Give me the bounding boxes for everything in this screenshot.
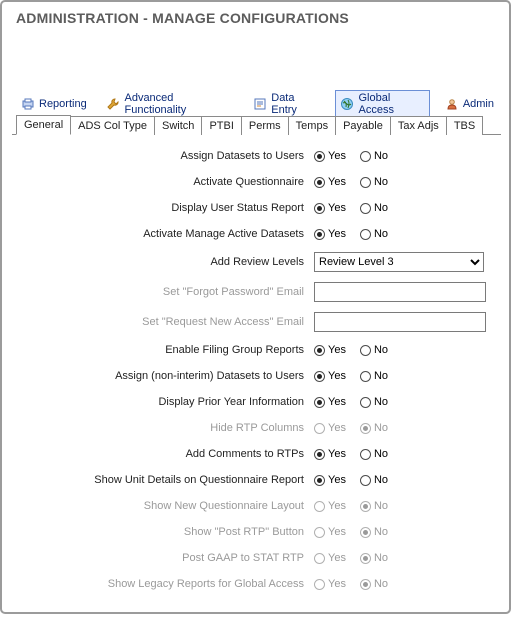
- toolbar-label: Admin: [463, 98, 494, 110]
- show-new-q-yes: Yes: [314, 500, 346, 512]
- form-icon: [253, 97, 267, 111]
- assign-noninterim-no[interactable]: No: [360, 370, 388, 382]
- forgot-password-email-input[interactable]: [314, 282, 486, 302]
- reporting-link[interactable]: Reporting: [16, 95, 92, 113]
- hide-rtp-no: No: [360, 422, 388, 434]
- label-show-legacy: Show Legacy Reports for Global Access: [12, 578, 314, 590]
- label-forgot-pw: Set "Forgot Password" Email: [12, 286, 314, 298]
- enable-filing-yes[interactable]: Yes: [314, 344, 346, 356]
- page-title: ADMINISTRATION - MANAGE CONFIGURATIONS: [2, 2, 509, 26]
- show-new-q-no: No: [360, 500, 388, 512]
- activate-mad-no[interactable]: No: [360, 228, 388, 240]
- label-add-review: Add Review Levels: [12, 256, 314, 268]
- show-legacy-yes: Yes: [314, 578, 346, 590]
- tab-ads-col-type[interactable]: ADS Col Type: [71, 116, 155, 135]
- label-show-new-q: Show New Questionnaire Layout: [12, 500, 314, 512]
- user-icon: [445, 97, 459, 111]
- label-enable-filing: Enable Filing Group Reports: [12, 344, 314, 356]
- tab-perms[interactable]: Perms: [242, 116, 289, 135]
- request-access-email-input[interactable]: [314, 312, 486, 332]
- post-gaap-no: No: [360, 552, 388, 564]
- show-unit-yes[interactable]: Yes: [314, 474, 346, 486]
- assign-datasets-no[interactable]: No: [360, 150, 388, 162]
- display-prior-no[interactable]: No: [360, 396, 388, 408]
- tab-switch[interactable]: Switch: [155, 116, 202, 135]
- activate-mad-yes[interactable]: Yes: [314, 228, 346, 240]
- config-window: ADMINISTRATION - MANAGE CONFIGURATIONS R…: [0, 0, 511, 614]
- assign-datasets-yes[interactable]: Yes: [314, 150, 346, 162]
- label-activate-questionnaire: Activate Questionnaire: [12, 176, 314, 188]
- tab-temps[interactable]: Temps: [289, 116, 336, 135]
- tab-ptbi[interactable]: PTBI: [202, 116, 241, 135]
- tab-tax-adjs[interactable]: Tax Adjs: [391, 116, 447, 135]
- tab-general[interactable]: General: [16, 115, 71, 135]
- subtab-bar: General ADS Col Type Switch PTBI Perms T…: [12, 112, 501, 135]
- label-assign-datasets: Assign Datasets to Users: [12, 150, 314, 162]
- review-level-select[interactable]: Review Level 3: [314, 252, 484, 272]
- show-post-rtp-no: No: [360, 526, 388, 538]
- display-status-no[interactable]: No: [360, 202, 388, 214]
- label-add-comments: Add Comments to RTPs: [12, 448, 314, 460]
- label-show-post-rtp: Show "Post RTP" Button: [12, 526, 314, 538]
- show-unit-no[interactable]: No: [360, 474, 388, 486]
- post-gaap-yes: Yes: [314, 552, 346, 564]
- show-legacy-no: No: [360, 578, 388, 590]
- show-post-rtp-yes: Yes: [314, 526, 346, 538]
- toolbar-label: Reporting: [39, 98, 87, 110]
- display-status-yes[interactable]: Yes: [314, 202, 346, 214]
- settings-form: Assign Datasets to Users Yes No Activate…: [12, 144, 501, 602]
- label-show-unit: Show Unit Details on Questionnaire Repor…: [12, 474, 314, 486]
- admin-link[interactable]: Admin: [440, 95, 499, 113]
- add-comments-no[interactable]: No: [360, 448, 388, 460]
- enable-filing-no[interactable]: No: [360, 344, 388, 356]
- activate-questionnaire-no[interactable]: No: [360, 176, 388, 188]
- add-comments-yes[interactable]: Yes: [314, 448, 346, 460]
- display-prior-yes[interactable]: Yes: [314, 396, 346, 408]
- activate-questionnaire-yes[interactable]: Yes: [314, 176, 346, 188]
- tab-payable[interactable]: Payable: [336, 116, 391, 135]
- label-display-prior: Display Prior Year Information: [12, 396, 314, 408]
- label-hide-rtp: Hide RTP Columns: [12, 422, 314, 434]
- wrench-icon: [106, 97, 120, 111]
- label-assign-noninterim: Assign (non-interim) Datasets to Users: [12, 370, 314, 382]
- globe-icon: [340, 97, 354, 111]
- label-post-gaap: Post GAAP to STAT RTP: [12, 552, 314, 564]
- label-activate-mad: Activate Manage Active Datasets: [12, 228, 314, 240]
- label-display-status: Display User Status Report: [12, 202, 314, 214]
- assign-noninterim-yes[interactable]: Yes: [314, 370, 346, 382]
- printer-icon: [21, 97, 35, 111]
- label-request-access: Set "Request New Access" Email: [12, 316, 314, 328]
- hide-rtp-yes: Yes: [314, 422, 346, 434]
- tab-tbs[interactable]: TBS: [447, 116, 483, 135]
